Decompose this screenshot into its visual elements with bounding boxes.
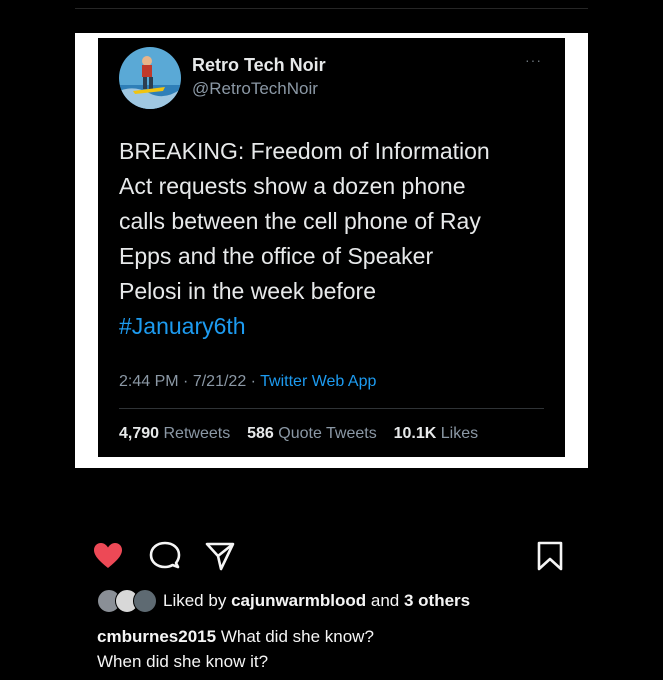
- likes-count: 10.1K: [393, 425, 437, 442]
- tweet-text-line: Act requests show a dozen phone: [119, 173, 466, 199]
- tweet-text-line: Epps and the office of Speaker: [119, 243, 434, 269]
- tweet-date: 7/21/22: [192, 373, 247, 390]
- comment-icon[interactable]: [149, 540, 181, 572]
- caption-text-line2: When did she know it?: [97, 652, 269, 671]
- liked-by-text: Liked by cajunwarmblood and 3 others: [163, 591, 470, 611]
- bookmark-icon[interactable]: [534, 540, 566, 572]
- liked-by-others[interactable]: 3 others: [404, 591, 470, 610]
- tweet-avatar: [119, 47, 181, 109]
- tweet-hashtag: #January6th: [119, 313, 246, 339]
- tweet-text-line: calls between the cell phone of Ray: [119, 208, 481, 234]
- quote-tweets-label: Quote Tweets: [278, 425, 377, 442]
- tweet-meta: 2:44 PM · 7/21/22 · Twitter Web App: [119, 373, 377, 390]
- liked-by-user[interactable]: cajunwarmblood: [231, 591, 366, 610]
- likes-label: Likes: [440, 425, 479, 442]
- post-action-bar: [0, 540, 663, 572]
- tweet-text-line: BREAKING: Freedom of Information: [119, 138, 490, 164]
- quote-tweets-count: 586: [247, 425, 274, 442]
- liker-avatars: [97, 589, 159, 613]
- share-icon[interactable]: [204, 540, 236, 572]
- tweet-author-handle[interactable]: @RetroTechNoir: [192, 79, 318, 99]
- heart-icon[interactable]: [92, 540, 124, 572]
- retweets-label: Retweets: [163, 425, 231, 442]
- liker-avatar: [133, 589, 157, 613]
- tweet-screenshot: Retro Tech Noir @RetroTechNoir ··· BREAK…: [98, 38, 565, 457]
- liked-by-and: and: [370, 591, 400, 610]
- liked-by-prefix: Liked by: [163, 591, 227, 610]
- tweet-divider: [119, 408, 544, 409]
- caption-username[interactable]: cmburnes2015: [97, 627, 216, 646]
- caption-text-line1: What did she know?: [220, 627, 374, 646]
- tweet-time: 2:44 PM: [119, 373, 179, 390]
- post-caption: cmburnes2015 What did she know? When did…: [97, 624, 617, 674]
- post-image[interactable]: Retro Tech Noir @RetroTechNoir ··· BREAK…: [75, 33, 588, 468]
- more-options-icon: ···: [525, 52, 542, 68]
- retweets-count: 4,790: [119, 425, 160, 442]
- tweet-source: Twitter Web App: [260, 373, 377, 390]
- tweet-text-line: Pelosi in the week before: [119, 278, 376, 304]
- top-divider: [75, 8, 588, 9]
- tweet-stats: 4,790 Retweets 586 Quote Tweets 10.1K Li…: [119, 425, 478, 443]
- tweet-author-name[interactable]: Retro Tech Noir: [192, 55, 326, 76]
- tweet-text: BREAKING: Freedom of Information Act req…: [119, 134, 559, 344]
